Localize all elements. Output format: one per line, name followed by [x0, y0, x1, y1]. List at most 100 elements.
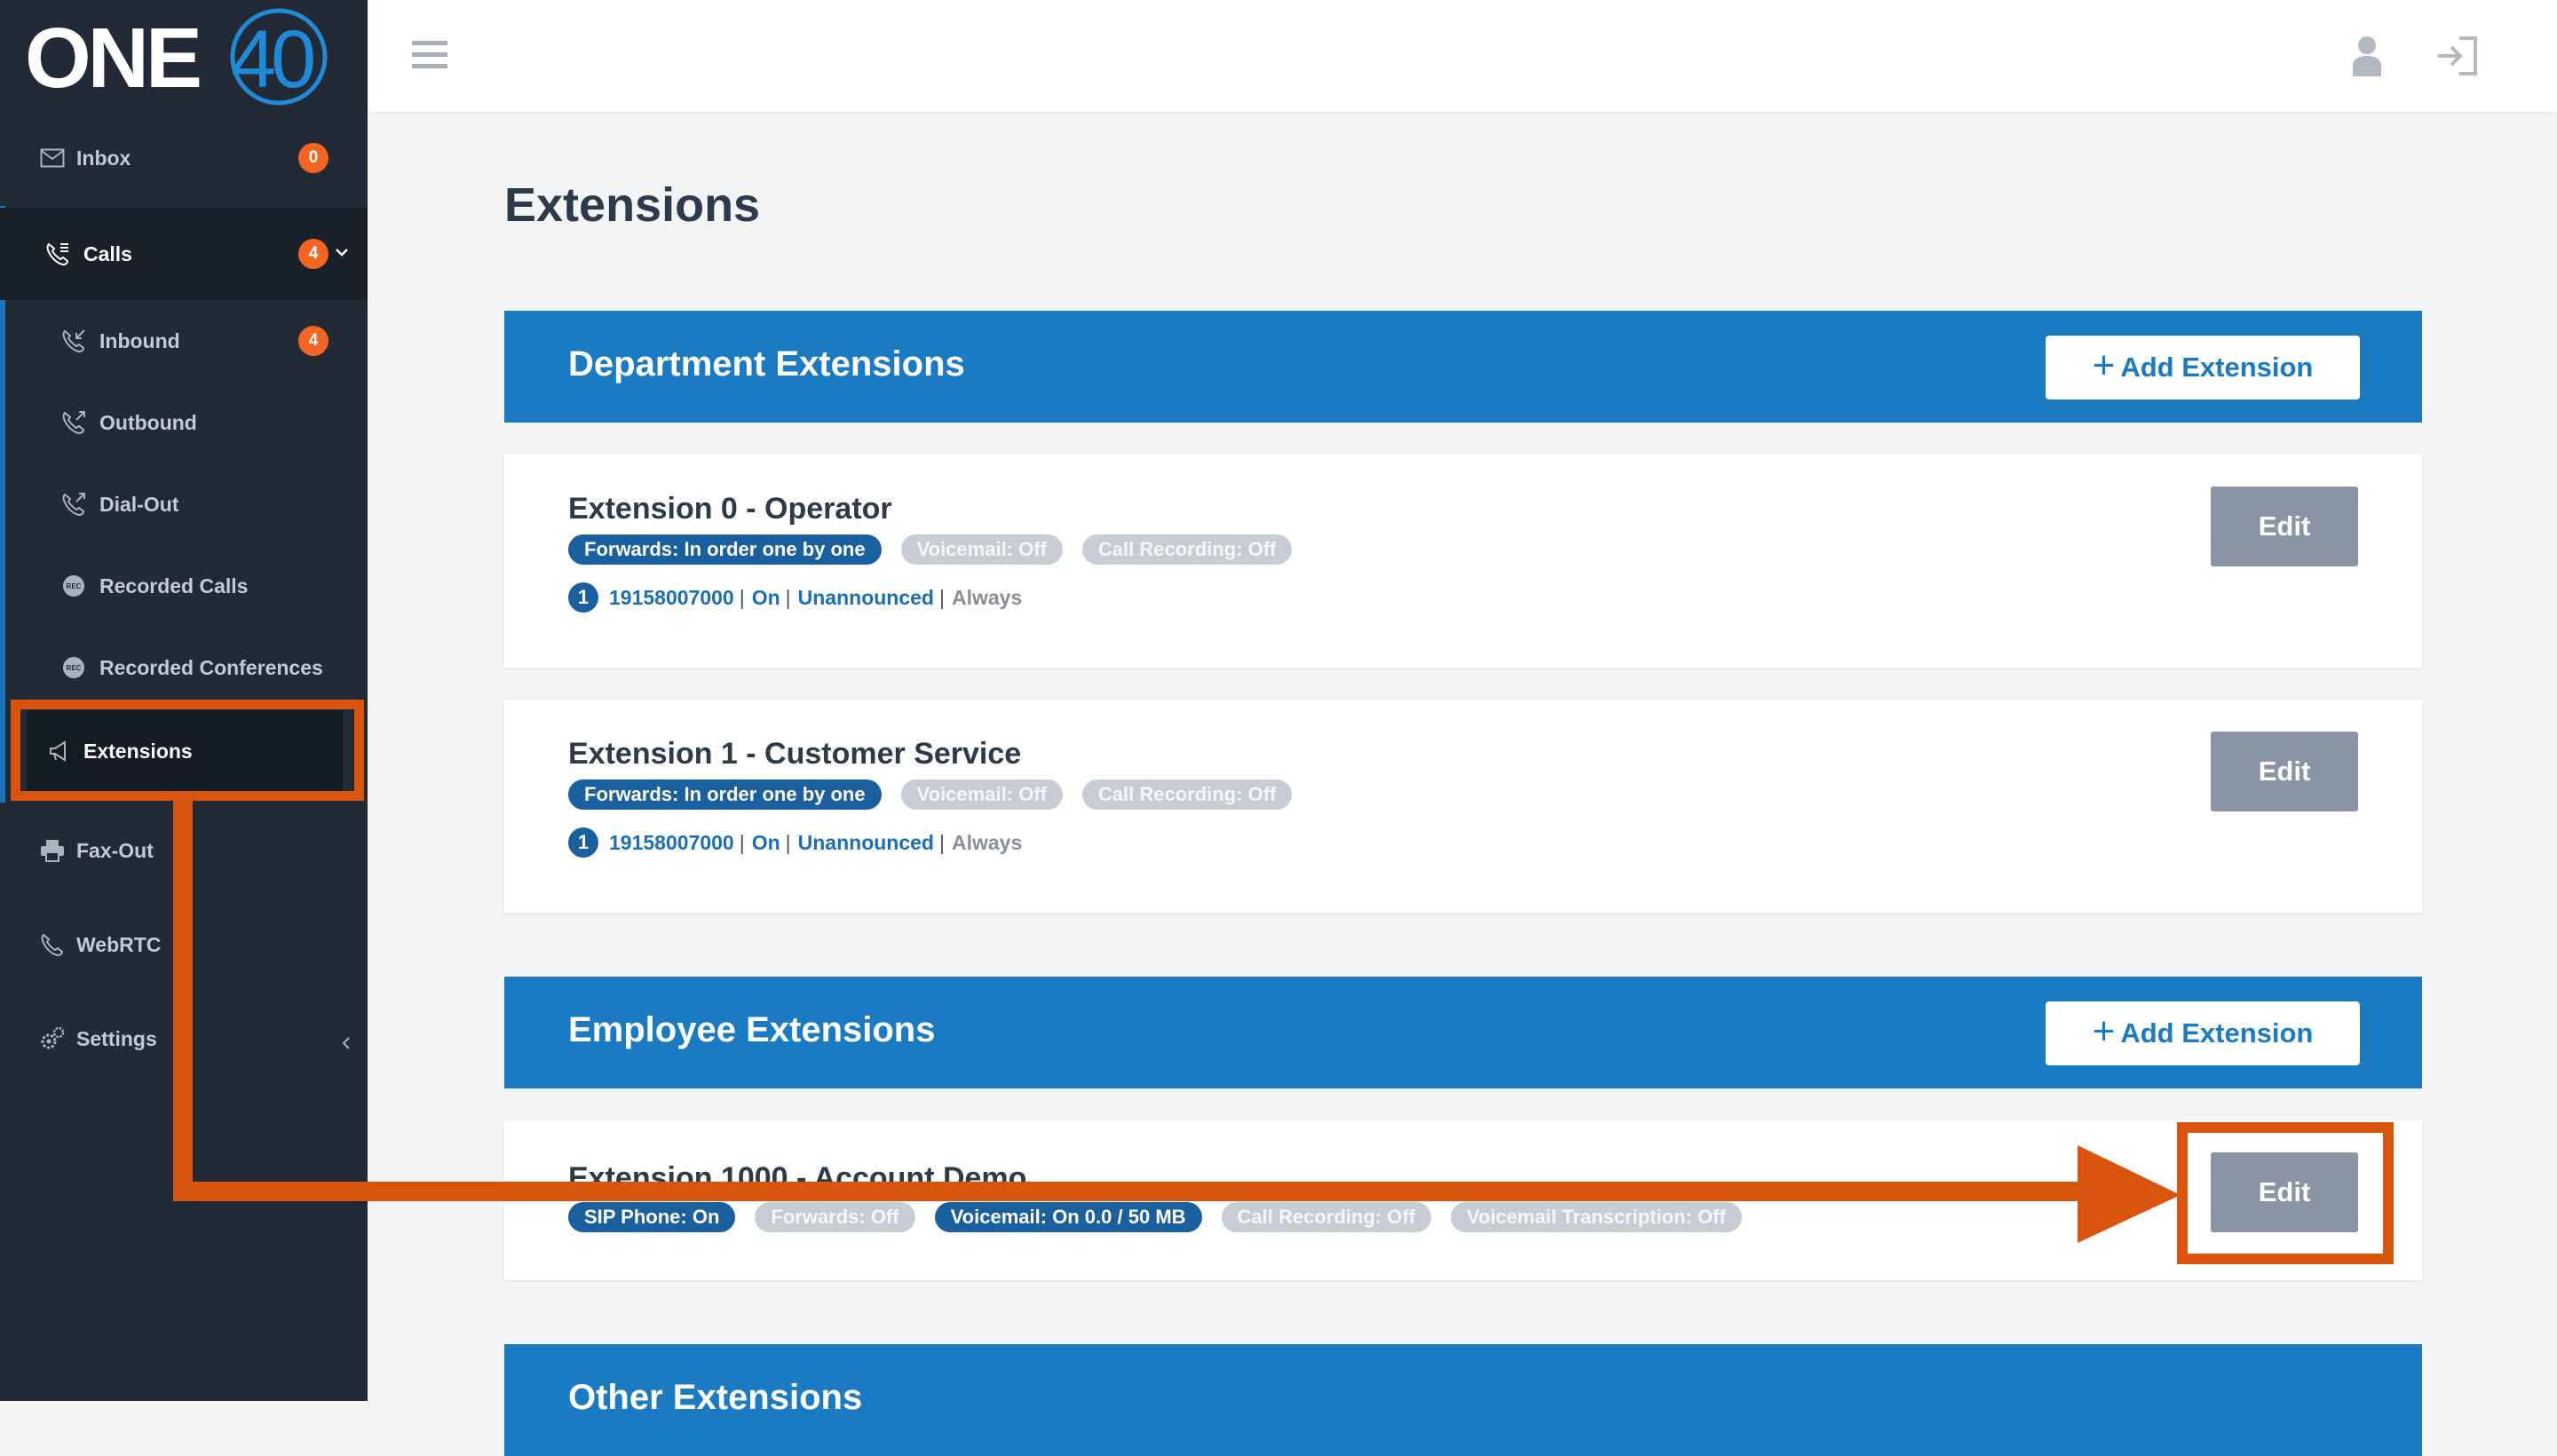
extensions-callout-box: [11, 700, 364, 801]
sidebar-item-dial-out[interactable]: Dial-Out: [0, 460, 368, 549]
phone-dialout-icon: [60, 491, 87, 518]
top-bar: [368, 0, 2557, 112]
sidebar-item-fax-out[interactable]: Fax-Out: [0, 806, 368, 895]
sidebar-item-inbox[interactable]: Inbox 0: [0, 114, 368, 202]
extension-tags: Forwards: In order one by one Voicemail:…: [568, 534, 1293, 565]
sidebar-item-recorded-conferences[interactable]: REC Recorded Conferences: [0, 623, 368, 712]
separator: |: [938, 830, 945, 854]
call-recording-tag: Call Recording: Off: [1081, 534, 1293, 565]
page-title: Extensions: [504, 178, 761, 232]
forward-order-badge: 1: [568, 827, 598, 858]
section-title: Other Extensions: [568, 1378, 863, 1417]
inbox-count-badge: 0: [298, 143, 329, 173]
add-extension-label: Add Extension: [2120, 352, 2314, 383]
separator: |: [938, 585, 945, 609]
separator: |: [785, 830, 791, 854]
sidebar-item-label: Recorded Calls: [99, 574, 249, 597]
envelope-icon: [39, 145, 66, 171]
voicemail-transcription-tag: Voicemail Transcription: Off: [1450, 1202, 1742, 1232]
plus-icon: +: [2092, 1009, 2116, 1053]
sidebar-item-label: Dial-Out: [99, 492, 179, 516]
phone-inbound-icon: [60, 328, 87, 354]
sidebar-item-label: Recorded Conferences: [99, 655, 323, 679]
forward-announce-link[interactable]: Unannounced: [798, 586, 934, 610]
sidebar-item-label: Settings: [76, 1026, 157, 1050]
add-department-extension-button[interactable]: + Add Extension: [2046, 336, 2360, 400]
forward-state-link[interactable]: On: [752, 831, 780, 855]
sidebar-item-webrtc[interactable]: WebRTC: [0, 900, 368, 989]
user-profile-icon[interactable]: [2349, 36, 2385, 76]
sidebar-item-label: Inbox: [76, 146, 131, 170]
forward-schedule: Always: [951, 830, 1023, 854]
extension-tags: Forwards: In order one by one Voicemail:…: [568, 779, 1293, 810]
hamburger-menu-icon[interactable]: [412, 39, 447, 71]
sidebar-item-label: Calls: [83, 241, 132, 265]
separator: |: [739, 585, 745, 609]
sidebar: ONE 40 Inbox 0 Calls 4 Inbound 4 Outboun…: [0, 0, 368, 1401]
separator: |: [785, 585, 791, 609]
sidebar-item-outbound[interactable]: Outbound: [0, 378, 368, 467]
edit-extension-0-button[interactable]: Edit: [2211, 487, 2358, 566]
extension-title: Extension 1 - Customer Service: [568, 737, 1022, 771]
forward-rule: 1 19158007000 | On | Unannounced | Always: [568, 582, 1022, 613]
phone-icon: [39, 931, 66, 958]
logo-text-one: ONE: [25, 11, 200, 106]
svg-text:REC: REC: [67, 582, 82, 590]
sidebar-item-settings[interactable]: Settings: [0, 994, 368, 1083]
edit-extension-1-button[interactable]: Edit: [2211, 732, 2358, 811]
sidebar-item-inbound[interactable]: Inbound 4: [0, 297, 368, 385]
voicemail-tag: Voicemail: On 0.0 / 50 MB: [934, 1202, 1202, 1232]
printer-icon: [39, 837, 66, 864]
add-employee-extension-button[interactable]: + Add Extension: [2046, 1001, 2360, 1065]
sidebar-item-label: Fax-Out: [76, 838, 154, 862]
voicemail-tag: Voicemail: Off: [900, 534, 1063, 565]
sidebar-item-label: WebRTC: [76, 932, 162, 956]
forwards-tag: Forwards: In order one by one: [568, 534, 882, 565]
sidebar-item-calls[interactable]: Calls 4: [0, 208, 368, 300]
phone-list-icon: [44, 241, 71, 267]
extension-card-1000: Extension 1000 - Account Demo SIP Phone:…: [504, 1120, 2422, 1280]
forward-announce-link[interactable]: Unannounced: [798, 831, 934, 855]
forwards-tag: Forwards: In order one by one: [568, 779, 882, 810]
one40-logo[interactable]: ONE 40: [25, 5, 344, 110]
call-recording-tag: Call Recording: Off: [1081, 779, 1293, 810]
rec-icon: REC: [60, 654, 87, 681]
forward-rule: 1 19158007000 | On | Unannounced | Always: [568, 827, 1022, 858]
sidebar-item-label: Outbound: [99, 410, 197, 434]
calls-count-badge: 4: [298, 239, 329, 269]
employee-extensions-header: Employee Extensions + Add Extension: [504, 977, 2422, 1088]
sidebar-item-recorded-calls[interactable]: REC Recorded Calls: [0, 542, 368, 630]
call-recording-tag: Call Recording: Off: [1221, 1202, 1431, 1232]
rec-icon: REC: [60, 573, 87, 599]
chevron-down-icon: [334, 240, 350, 264]
extension-card-0: Extension 0 - Operator Forwards: In orde…: [504, 455, 2422, 668]
forward-order-badge: 1: [568, 582, 598, 613]
forwards-tag: Forwards: Off: [755, 1202, 915, 1232]
forward-number-link[interactable]: 19158007000: [609, 831, 734, 855]
sidebar-item-label: Inbound: [99, 328, 180, 352]
add-extension-label: Add Extension: [2120, 1017, 2314, 1048]
gears-icon: [39, 1025, 66, 1052]
forward-state-link[interactable]: On: [752, 586, 780, 610]
separator: |: [739, 830, 745, 854]
sip-phone-tag: SIP Phone: On: [568, 1202, 736, 1232]
plus-icon: +: [2092, 344, 2116, 387]
inbound-count-badge: 4: [298, 326, 329, 356]
section-title: Employee Extensions: [568, 1010, 936, 1049]
phone-outbound-icon: [60, 409, 87, 436]
forward-schedule: Always: [951, 585, 1023, 609]
voicemail-tag: Voicemail: Off: [900, 779, 1063, 810]
extension-title: Extension 1000 - Account Demo: [568, 1161, 1027, 1195]
extension-card-1: Extension 1 - Customer Service Forwards:…: [504, 700, 2422, 913]
department-extensions-header: Department Extensions + Add Extension: [504, 311, 2422, 423]
other-extensions-header: Other Extensions: [504, 1344, 2422, 1456]
section-title: Department Extensions: [568, 344, 965, 384]
forward-number-link[interactable]: 19158007000: [609, 586, 734, 610]
svg-text:REC: REC: [67, 664, 82, 672]
extension-tags: SIP Phone: On Forwards: Off Voicemail: O…: [568, 1202, 1742, 1232]
chevron-left-icon: [341, 1032, 352, 1056]
extension-title: Extension 0 - Operator: [568, 492, 892, 526]
edit-button-callout-box: [2177, 1122, 2394, 1264]
sign-out-icon[interactable]: [2436, 36, 2479, 76]
logo-text-40: 40: [231, 14, 313, 105]
